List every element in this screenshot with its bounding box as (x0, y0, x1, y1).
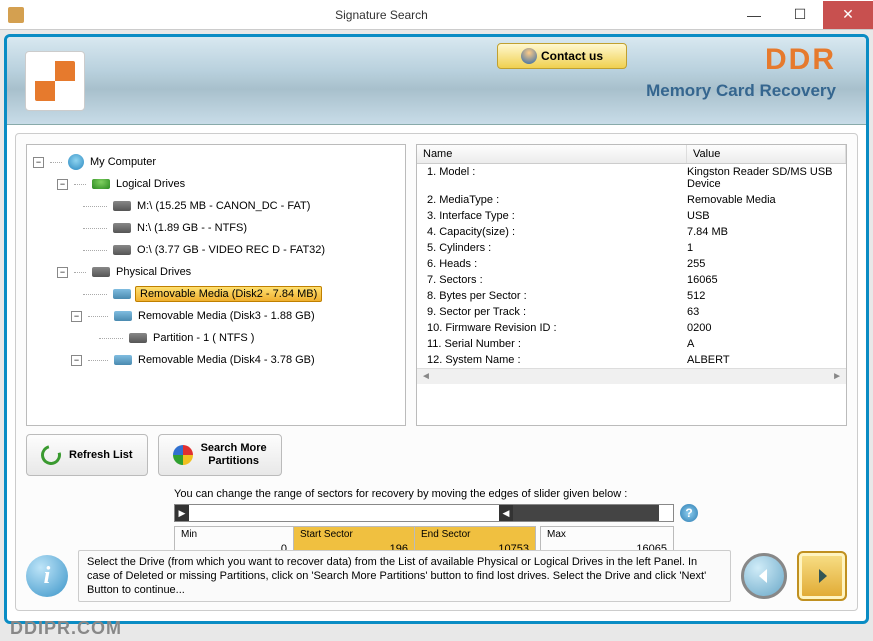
brand-title: DDR (765, 43, 836, 77)
collapse-icon[interactable]: − (33, 157, 44, 168)
app-header: Contact us DDR Memory Card Recovery (7, 37, 866, 125)
collapse-icon[interactable]: − (57, 267, 68, 278)
drive-details: Name Value 1. Model :Kingston Reader SD/… (416, 144, 847, 426)
contact-label: Contact us (541, 49, 603, 63)
tree-drive-item[interactable]: − Removable Media (Disk3 - 1.88 GB) (27, 305, 405, 327)
detail-name: 9. Sector per Track : (417, 306, 687, 318)
detail-value: 512 (687, 290, 846, 302)
removable-drive-icon (114, 311, 132, 321)
next-button[interactable] (797, 551, 847, 601)
slider-instruction: You can change the range of sectors for … (174, 488, 847, 500)
tree-drive-item[interactable]: N:\ (1.89 GB - - NTFS) (27, 217, 405, 239)
contact-icon (521, 48, 537, 64)
slider-handle-start[interactable]: ▶ (175, 505, 189, 521)
collapse-icon[interactable]: − (57, 179, 68, 190)
detail-value: ALBERT (687, 354, 846, 366)
drive-tree[interactable]: − My Computer − Logical Drives M:\ (15.2… (26, 144, 406, 426)
detail-name: 10. Firmware Revision ID : (417, 322, 687, 334)
detail-name: 7. Sectors : (417, 274, 687, 286)
detail-row[interactable]: 11. Serial Number :A (417, 336, 846, 352)
detail-value: Kingston Reader SD/MS USB Device (687, 166, 846, 190)
removable-drive-icon (114, 355, 132, 365)
help-icon[interactable]: ? (680, 504, 698, 522)
detail-row[interactable]: 7. Sectors :16065 (417, 272, 846, 288)
search-more-partitions-button[interactable]: Search MorePartitions (158, 434, 282, 476)
brand-subtitle: Memory Card Recovery (646, 81, 836, 101)
detail-value: 7.84 MB (687, 226, 846, 238)
detail-value: 255 (687, 258, 846, 270)
detail-row[interactable]: 8. Bytes per Sector :512 (417, 288, 846, 304)
tree-physical-drives[interactable]: − Physical Drives (27, 261, 405, 283)
detail-row[interactable]: 4. Capacity(size) :7.84 MB (417, 224, 846, 240)
detail-value: 16065 (687, 274, 846, 286)
partition-icon (129, 333, 147, 343)
tree-drive-item[interactable]: − Removable Media (Disk4 - 3.78 GB) (27, 349, 405, 371)
window-title: Signature Search (32, 8, 731, 22)
detail-row[interactable]: 10. Firmware Revision ID :0200 (417, 320, 846, 336)
detail-name: 6. Heads : (417, 258, 687, 270)
drive-icon (113, 245, 131, 255)
refresh-icon (37, 441, 64, 468)
tree-partition-item[interactable]: Partition - 1 ( NTFS ) (27, 327, 405, 349)
refresh-label: Refresh List (69, 449, 133, 461)
info-icon: i (26, 555, 68, 597)
slider-handle-end[interactable]: ◀ (499, 505, 513, 521)
drive-icon (113, 223, 131, 233)
titlebar: Signature Search — ☐ ✕ (0, 0, 873, 30)
column-value[interactable]: Value (687, 145, 846, 163)
tree-root[interactable]: − My Computer (27, 151, 405, 173)
detail-name: 11. Serial Number : (417, 338, 687, 350)
detail-row[interactable]: 5. Cylinders :1 (417, 240, 846, 256)
detail-name: 2. MediaType : (417, 194, 687, 206)
watermark: DDIPR.COM (10, 618, 122, 639)
detail-value: Removable Media (687, 194, 846, 206)
detail-value: USB (687, 210, 846, 222)
detail-row[interactable]: 12. System Name :ALBERT (417, 352, 846, 368)
collapse-icon[interactable]: − (71, 311, 82, 322)
tree-drive-item[interactable]: M:\ (15.25 MB - CANON_DC - FAT) (27, 195, 405, 217)
app-logo (25, 51, 85, 111)
detail-value: 63 (687, 306, 846, 318)
logical-drives-icon (92, 179, 110, 189)
detail-name: 1. Model : (417, 166, 687, 190)
drive-icon (113, 201, 131, 211)
detail-name: 8. Bytes per Sector : (417, 290, 687, 302)
maximize-button[interactable]: ☐ (777, 1, 823, 29)
collapse-icon[interactable]: − (71, 355, 82, 366)
detail-value: 1 (687, 242, 846, 254)
tree-logical-drives[interactable]: − Logical Drives (27, 173, 405, 195)
physical-drives-icon (92, 267, 110, 277)
partitions-icon (173, 445, 193, 465)
close-button[interactable]: ✕ (823, 1, 873, 29)
detail-name: 5. Cylinders : (417, 242, 687, 254)
contact-us-button[interactable]: Contact us (497, 43, 627, 69)
app-icon (8, 7, 24, 23)
footer-instruction: Select the Drive (from which you want to… (78, 550, 731, 603)
removable-drive-icon (113, 289, 131, 299)
refresh-list-button[interactable]: Refresh List (26, 434, 148, 476)
details-header: Name Value (417, 145, 846, 164)
arrow-left-icon (754, 566, 774, 586)
detail-row[interactable]: 6. Heads :255 (417, 256, 846, 272)
arrow-right-icon (812, 566, 832, 586)
back-button[interactable] (741, 553, 787, 599)
tree-drive-item[interactable]: O:\ (3.77 GB - VIDEO REC D - FAT32) (27, 239, 405, 261)
detail-name: 12. System Name : (417, 354, 687, 366)
detail-row[interactable]: 1. Model :Kingston Reader SD/MS USB Devi… (417, 164, 846, 192)
detail-row[interactable]: 9. Sector per Track :63 (417, 304, 846, 320)
detail-value: 0200 (687, 322, 846, 334)
minimize-button[interactable]: — (731, 1, 777, 29)
column-name[interactable]: Name (417, 145, 687, 163)
detail-name: 4. Capacity(size) : (417, 226, 687, 238)
detail-row[interactable]: 3. Interface Type :USB (417, 208, 846, 224)
detail-value: A (687, 338, 846, 350)
sector-range-slider[interactable]: ▶ ◀ (174, 504, 674, 522)
tree-drive-item[interactable]: Removable Media (Disk2 - 7.84 MB) (27, 283, 405, 305)
detail-name: 3. Interface Type : (417, 210, 687, 222)
horizontal-scrollbar[interactable]: ◄► (417, 368, 846, 384)
detail-row[interactable]: 2. MediaType :Removable Media (417, 192, 846, 208)
slider-fill (511, 505, 659, 521)
computer-icon (68, 154, 84, 170)
